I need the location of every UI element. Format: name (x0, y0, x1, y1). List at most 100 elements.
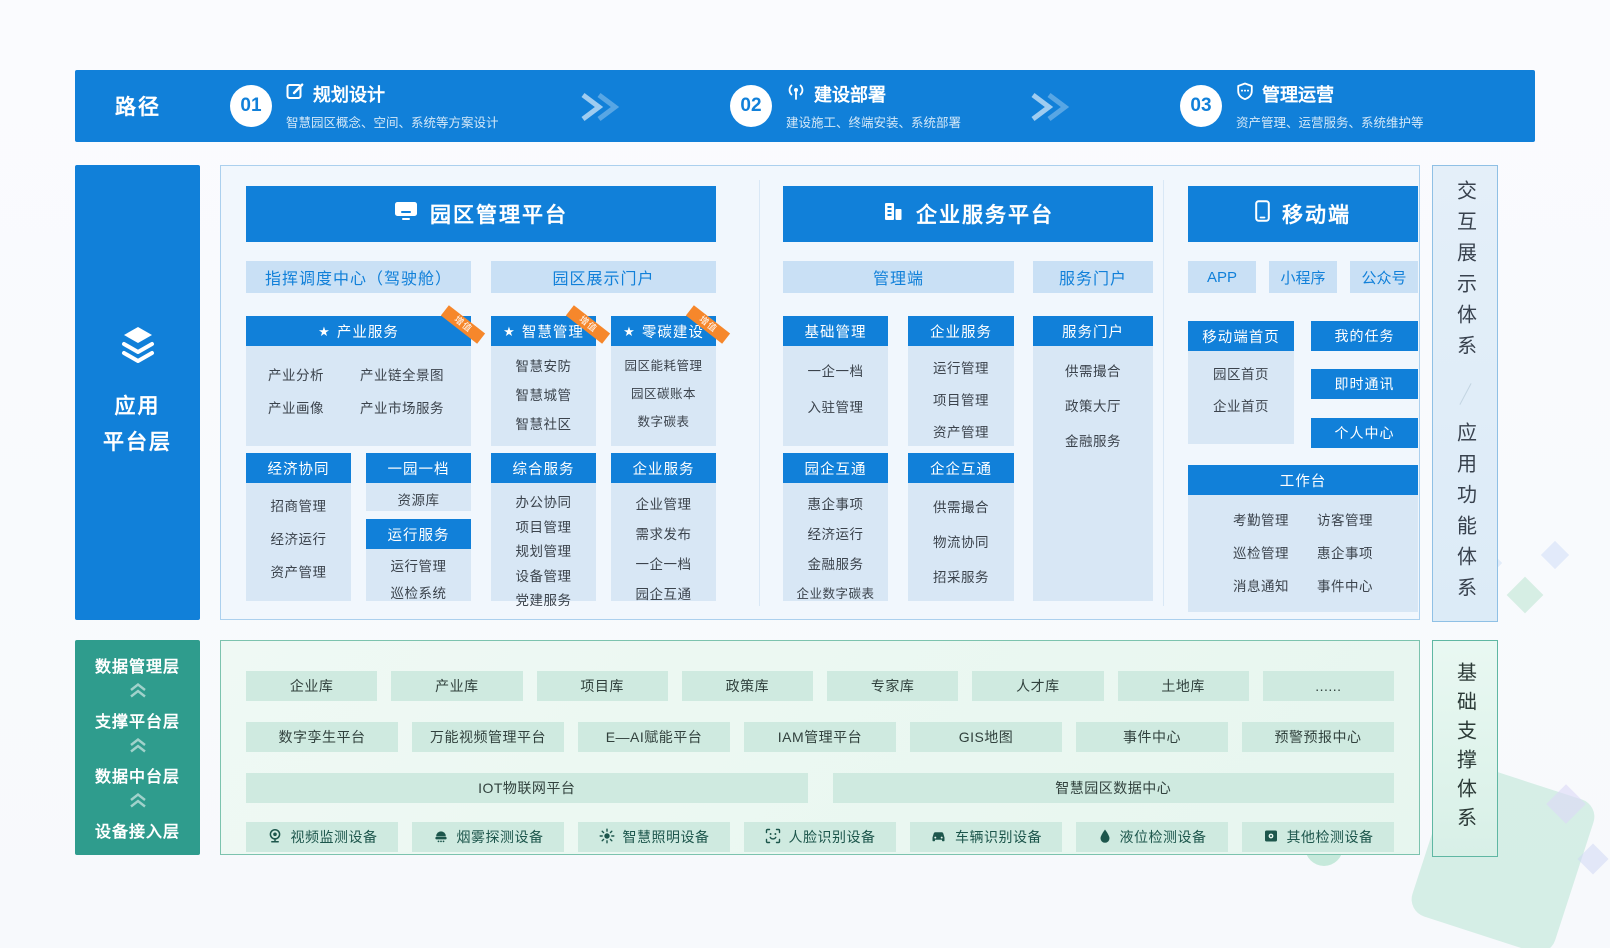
card-item: 运行管理 (391, 555, 447, 575)
smart-park-architecture-diagram: 路径 01 规划设计 智慧园区概念、空间、系统等方案设计 02 建设部署 (0, 0, 1610, 948)
star-icon: ★ (623, 325, 636, 338)
device-label: 其他检测设备 (1287, 827, 1374, 847)
edit-icon (286, 82, 305, 106)
platform-block: 数字孪生平台 (246, 722, 398, 752)
card-title: 企企互通 (908, 453, 1014, 483)
step-subtitle: 智慧园区概念、空间、系统等方案设计 (286, 112, 499, 131)
card-item: 招商管理 (271, 495, 327, 515)
path-step-2: 02 建设部署 建设施工、终端安装、系统部署 (730, 70, 961, 142)
pill-mini-program: 小程序 (1269, 261, 1337, 293)
app-layer-sidebar: 应用 平台层 (75, 165, 200, 620)
platform-block: GIS地图 (910, 722, 1062, 752)
card-item: 企业数字碳表 (796, 583, 874, 602)
card-item: 入驻管理 (808, 396, 864, 416)
card-item: 智慧安防 (516, 355, 572, 375)
vertical-label: 应用功能体系 (1451, 422, 1480, 608)
cube-decoration (1507, 577, 1544, 614)
device-block: 其他检测设备 (1242, 822, 1394, 852)
subbar-service-portal: 服务门户 (1033, 261, 1153, 293)
step-subtitle: 建设施工、终端安装、系统部署 (786, 112, 961, 131)
card-item: 产业画像 (268, 397, 360, 417)
monitor-icon (394, 201, 418, 227)
card-item: 事件中心 (1317, 575, 1373, 595)
card-park-enterprise-link: 园企互通 惠企事项 经济运行 金融服务 企业数字碳表 (783, 453, 888, 601)
step-number-badge: 01 (230, 85, 272, 127)
button-personal-center: 个人中心 (1311, 418, 1418, 448)
layer-label: 设备接入层 (95, 818, 180, 842)
double-chevron-up-icon (127, 791, 149, 814)
card-title: 企业服务 (611, 453, 716, 483)
card-item: 企业首页 (1213, 395, 1269, 415)
foundation-support-system-sidebar: 基础支撑体系 (1432, 640, 1498, 857)
card-item: 资产管理 (933, 421, 989, 441)
platform-block: E—AI赋能平台 (578, 722, 730, 752)
data-layers-sidebar: 数据管理层 支撑平台层 数据中台层 设备接入层 (75, 640, 200, 855)
pill-app: APP (1188, 261, 1256, 293)
card-workbench: 工作台 考勤管理 访客管理 巡检管理 惠企事项 消息通知 事件中心 (1188, 465, 1418, 612)
platform-row: 数字孪生平台 万能视频管理平台 E—AI赋能平台 IAM管理平台 GIS地图 事… (246, 722, 1394, 752)
interaction-display-system-sidebar: 交互展示体系 应用功能体系 (1432, 165, 1498, 622)
subbar-command-center: 指挥调度中心（驾驶舱） (246, 261, 471, 293)
card-item: 园企互通 (636, 583, 692, 603)
middle-platform-row: IOT物联网平台 智慧园区数据中心 (246, 773, 1394, 803)
card-one-park-one-file: 一园一档 资源库 (366, 453, 471, 511)
phone-icon (1255, 200, 1270, 228)
path-step-3: 03 管理运营 资产管理、运营服务、系统维护等 (1180, 70, 1424, 142)
card-item: 一企一档 (636, 553, 692, 573)
db-block: 产业库 (391, 671, 522, 701)
pill-official-account: 公众号 (1350, 261, 1418, 293)
device-block: 智慧照明设备 (578, 822, 730, 852)
application-platform-panel: 园区管理平台 指挥调度中心（驾驶舱） 园区展示门户 ★ 产业服务 增值 产业分析… (220, 165, 1420, 620)
card-item: 规划管理 (516, 540, 572, 560)
device-block: 人脸识别设备 (744, 822, 896, 852)
enterprise-platform-header: 企业服务平台 (783, 186, 1153, 242)
column-divider (759, 180, 760, 606)
card-item: 产业分析 (268, 364, 360, 384)
value-added-ribbon: 增值 (441, 305, 485, 344)
card-item: 设备管理 (516, 565, 572, 585)
card-item: 政策大厅 (1065, 395, 1121, 415)
double-chevron-up-icon (127, 681, 149, 704)
park-platform-section: 园区管理平台 指挥调度中心（驾驶舱） 园区展示门户 ★ 产业服务 增值 产业分析… (246, 186, 716, 601)
card-item: 经济运行 (271, 528, 327, 548)
device-block: 车辆识别设备 (910, 822, 1062, 852)
button-my-tasks: 我的任务 (1311, 321, 1418, 351)
card-smart-management: ★ 智慧管理 增值 智慧安防 智慧城管 智慧社区 (491, 316, 596, 446)
platform-block: IAM管理平台 (744, 722, 896, 752)
device-label: 智慧照明设备 (623, 827, 710, 847)
vertical-label: 交互展示体系 (1451, 180, 1480, 366)
mobile-platform-section: 移动端 APP 小程序 公众号 移动端首页 园区首页 企业首页 我的任务 即时通… (1188, 186, 1418, 612)
db-block: 政策库 (682, 671, 813, 701)
card-item: 数字碳表 (637, 411, 689, 430)
card-basic-management: 基础管理 一企一档 入驻管理 (783, 316, 888, 446)
divider (1459, 383, 1471, 405)
double-chevron-right-icon (1025, 90, 1071, 124)
device-label: 烟雾探测设备 (457, 827, 544, 847)
card-mobile-home: 移动端首页 园区首页 企业首页 (1188, 321, 1294, 444)
db-block: 人才库 (972, 671, 1103, 701)
card-item: 需求发布 (636, 523, 692, 543)
card-item: 巡检管理 (1233, 542, 1289, 562)
car-icon (930, 828, 947, 847)
card-service-portal: 服务门户 供需撮合 政策大厅 金融服务 (1033, 316, 1153, 601)
card-item: 金融服务 (1065, 430, 1121, 450)
card-enterprise-to-enterprise: 企企互通 供需撮合 物流协同 招采服务 (908, 453, 1014, 601)
platform-block: 预警预报中心 (1242, 722, 1394, 752)
cube-decoration (1577, 843, 1608, 874)
droplet-icon (1098, 828, 1112, 847)
db-block: 土地库 (1118, 671, 1249, 701)
step-subtitle: 资产管理、运营服务、系统维护等 (1236, 112, 1424, 131)
park-platform-header: 园区管理平台 (246, 186, 716, 242)
cube-decoration (1541, 541, 1569, 569)
card-title: 移动端首页 (1188, 321, 1294, 351)
star-icon: ★ (503, 325, 516, 338)
card-item: 惠企事项 (808, 493, 864, 513)
building-icon (882, 201, 904, 227)
card-item: 供需撮合 (933, 496, 989, 516)
layer-label: 支撑平台层 (95, 708, 180, 732)
card-title: 园企互通 (783, 453, 888, 483)
card-item: 园区首页 (1213, 363, 1269, 383)
platform-title: 移动端 (1282, 199, 1351, 229)
step-title: 建设部署 (814, 81, 886, 107)
card-item: 党建服务 (516, 589, 572, 609)
